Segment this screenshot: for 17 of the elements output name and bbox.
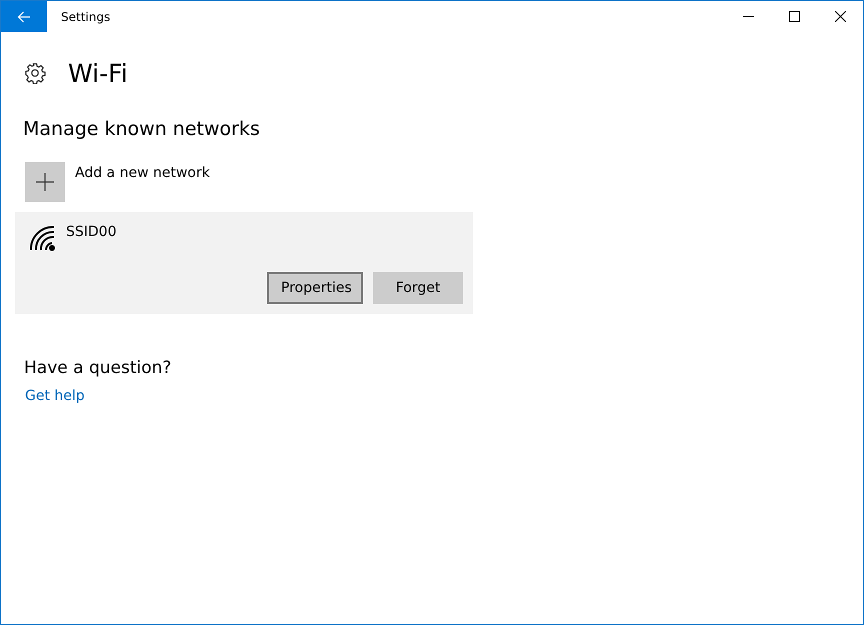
forget-button[interactable]: Forget — [373, 272, 463, 304]
network-card[interactable]: SSID00 Properties Forget — [15, 212, 473, 314]
plus-icon — [36, 173, 54, 191]
properties-button[interactable]: Properties — [267, 272, 363, 304]
page-title: Wi-Fi — [68, 58, 128, 88]
wifi-icon — [28, 224, 56, 252]
network-name: SSID00 — [66, 224, 116, 240]
close-icon — [834, 11, 846, 22]
help-heading: Have a question? — [24, 358, 172, 378]
get-help-link[interactable]: Get help — [25, 388, 85, 404]
back-arrow-icon — [17, 10, 31, 22]
section-heading: Manage known networks — [23, 118, 261, 140]
maximize-icon — [788, 11, 800, 22]
settings-icon — [24, 62, 46, 84]
window-title: Settings — [61, 10, 112, 24]
add-network-button[interactable] — [25, 162, 65, 202]
add-network-label[interactable]: Add a new network — [75, 165, 210, 181]
